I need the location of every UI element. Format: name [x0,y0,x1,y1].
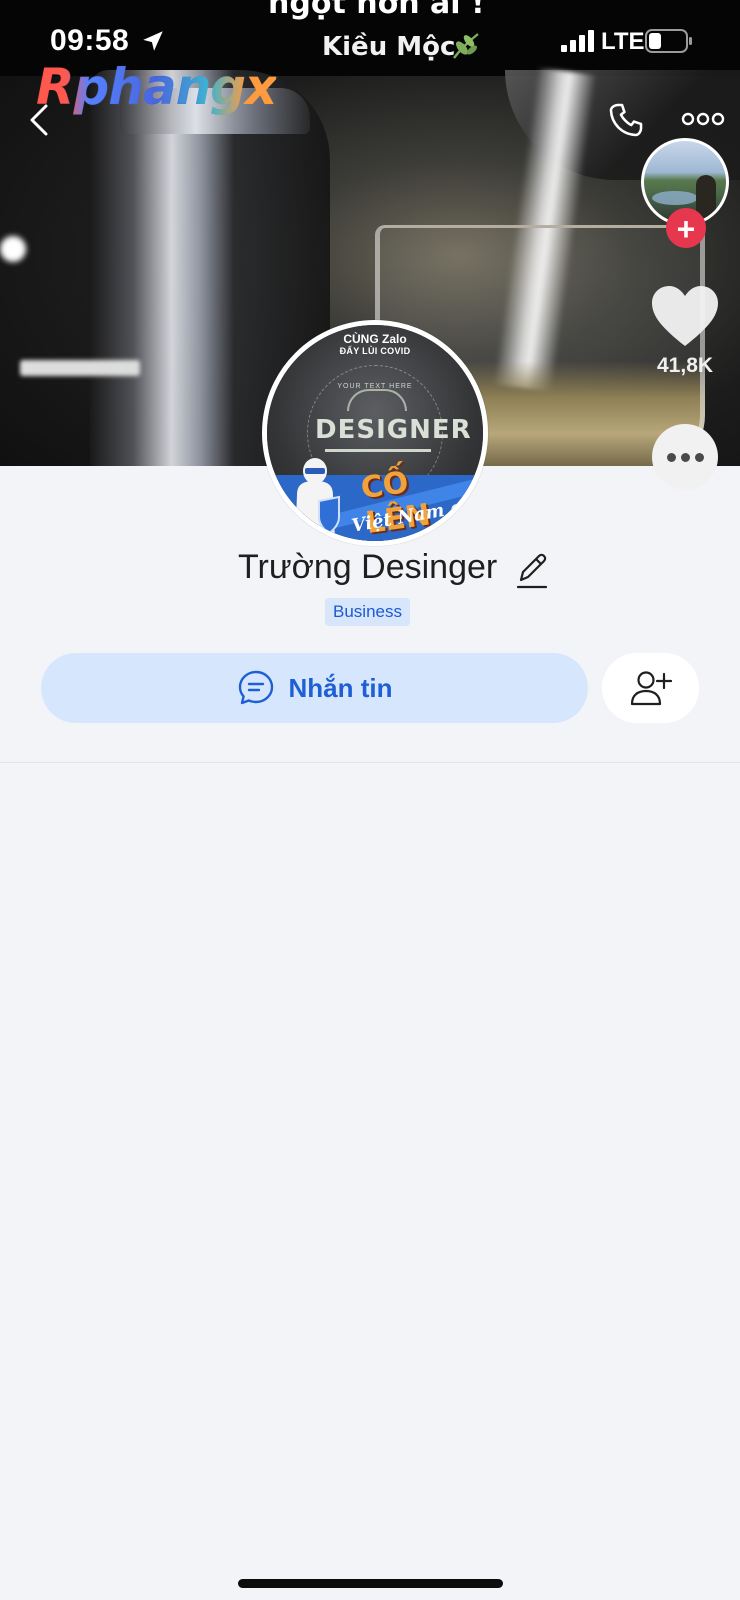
profile-avatar[interactable]: CÙNG Zalo ĐẨY LÙI COVID YOUR TEXT HERE D… [262,320,488,546]
section-divider [0,762,740,763]
dot [666,452,676,462]
phone-icon [609,103,643,137]
avatar-title-underline [325,449,431,452]
doctor-mascot-icon [295,458,340,541]
profile-name-row: Trường Desinger [0,548,740,598]
edit-name-button[interactable] [514,550,550,590]
avatar-line1: CÙNG Zalo [343,332,407,346]
battery-icon [645,29,692,53]
avatar-title: DESIGNER [315,415,472,445]
pencil-icon [516,553,548,589]
cover-light-bar [20,360,140,376]
signal-icon [561,30,594,52]
now-playing-title: Kiều Mộc [322,32,456,62]
add-story-button[interactable]: + [666,208,706,248]
story-lake [652,191,698,205]
home-indicator[interactable] [238,1579,503,1588]
dot [680,452,690,462]
leaf-icon [453,33,479,59]
location-arrow-icon [143,31,163,51]
avatar-dome-shape [347,389,407,411]
avatar-line2: ĐẨY LÙI COVID [339,346,411,356]
message-button[interactable]: Nhắn tin [41,653,588,723]
story-more-button[interactable] [652,424,718,490]
heart-icon[interactable] [650,284,720,348]
more-horizontal-icon [681,112,725,126]
dot [694,452,704,462]
user-plus-icon [630,671,672,706]
more-options-button[interactable] [680,104,726,134]
message-button-label: Nhắn tin [288,672,393,703]
add-friend-button[interactable] [602,653,699,723]
status-time: 09:58 [50,24,130,57]
business-badge: Business [325,598,410,626]
back-button[interactable] [20,100,60,140]
watermark-logo: Rphangx [36,58,277,116]
chevron-left-icon [30,104,48,136]
network-type: LTE [601,28,645,55]
avatar-campaign-text: CÙNG Zalo ĐẨY LÙI COVID [267,333,483,357]
profile-name: Trường Desinger [238,548,498,586]
like-count: 41,8K [657,354,714,377]
cover-light-spot [0,236,26,262]
now-playing-lyric: ngọt hơn ai ! [268,0,485,21]
chat-bubble-icon [238,670,273,705]
call-button[interactable] [604,98,648,142]
